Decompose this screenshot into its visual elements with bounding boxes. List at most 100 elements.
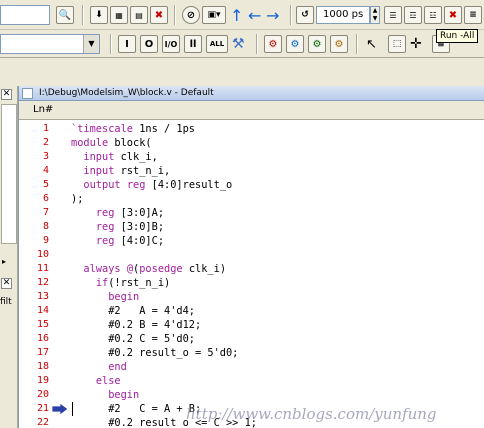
code-line: reg [3:0]A; <box>95 207 165 219</box>
line-number: 17 <box>36 347 49 358</box>
find-text-icon[interactable]: ≡ <box>464 5 482 25</box>
run-length-value: 1000 <box>323 9 349 20</box>
line-number: 6 <box>42 193 49 204</box>
line-number: 4 <box>42 165 49 176</box>
scroll-right-icon[interactable]: ▸ <box>2 257 6 266</box>
break-sim-icon[interactable]: ✖ <box>444 5 462 25</box>
find-input[interactable] <box>0 5 50 25</box>
line-number: 2 <box>42 137 49 148</box>
zoom-area-icon[interactable]: ⬚ <box>388 34 406 54</box>
secondary-toolbar: ▼ I O I/O ll ALL ⚒ ⚙ ⚙ ⚙ ⚙ ↖ ⬚ ✛ ⌸ Run -… <box>0 29 484 58</box>
gear-icon[interactable]: ⚙ <box>308 34 326 54</box>
filter-internal-button[interactable]: ll <box>184 34 202 54</box>
dropdown-arrow-icon[interactable]: ▼ <box>83 35 99 53</box>
code-line: #2 A = 4'd4; <box>71 305 195 317</box>
toolbar-separator <box>82 5 84 25</box>
run-all-icon[interactable]: ☳ <box>424 5 442 25</box>
line-number: 3 <box>42 151 49 162</box>
move-icon[interactable]: ✛ <box>410 34 422 54</box>
compile-icon[interactable]: ⬇ <box>90 5 108 25</box>
line-number: 5 <box>42 179 49 190</box>
compile-all-icon[interactable]: ▦ <box>110 5 128 25</box>
current-line-arrow-icon <box>51 402 69 416</box>
code-line: output reg [4:0]result_o <box>83 179 233 191</box>
code-line: #2 C = A + B; <box>71 403 202 415</box>
line-number: 20 <box>36 389 49 400</box>
line-number: 8 <box>42 221 49 232</box>
line-number: 13 <box>36 291 49 302</box>
text-cursor <box>72 402 73 416</box>
line-number: 22 <box>36 417 49 428</box>
line-number: 12 <box>36 277 49 288</box>
main-toolbar: 🔍 ⬇ ▦ ▤ ✖ ⊘ ▣▾ ↑ ← → ↺ 1000 ps ▲ ▼ ☰ ☲ ☳ … <box>0 0 484 30</box>
code-line: else <box>95 375 121 387</box>
close-icon[interactable]: ✕ <box>1 89 12 100</box>
code-line: if(!rst_n_i) <box>95 277 171 289</box>
continue-icon[interactable]: ☲ <box>404 5 422 25</box>
code-line: `timescale 1ns / 1ps <box>71 123 195 135</box>
pointer-icon[interactable]: ↖ <box>366 34 377 54</box>
line-number: 11 <box>36 263 49 274</box>
code-line: #0.2 B = 4'd12; <box>71 319 202 331</box>
code-line: begin <box>108 291 140 303</box>
restart-icon[interactable]: ↺ <box>296 5 314 25</box>
filter-input-button[interactable]: I <box>118 34 136 54</box>
toolbar-separator <box>256 34 258 54</box>
source-editor: I:\Debug\Modelsim_W\block.v - Default Ln… <box>18 86 484 428</box>
wrench-icon[interactable]: ⚒ <box>232 34 245 54</box>
document-icon <box>22 88 33 99</box>
run-length-unit: ps <box>351 9 364 20</box>
code-line: ); <box>71 193 84 205</box>
line-number: 18 <box>36 361 49 372</box>
close-icon[interactable]: ✕ <box>1 278 12 289</box>
code-area[interactable]: `timescale 1ns / 1ps module block( input … <box>71 120 484 428</box>
gear-icon[interactable]: ⚙ <box>330 34 348 54</box>
run-all-tooltip: Run -All <box>436 29 479 43</box>
line-number: 21 <box>36 403 49 414</box>
column-header: Ln# <box>19 101 484 120</box>
gear-icon[interactable]: ⚙ <box>264 34 282 54</box>
toolbar-dock-area <box>0 58 484 86</box>
code-line: module block( <box>71 137 152 149</box>
line-number: 1 <box>42 123 49 134</box>
left-panel-content <box>1 104 17 244</box>
left-arrow-icon[interactable]: ← <box>248 5 261 25</box>
code-line: end <box>108 361 127 373</box>
line-number: 19 <box>36 375 49 386</box>
line-number: 10 <box>36 249 49 260</box>
line-number: 16 <box>36 333 49 344</box>
editor-title: I:\Debug\Modelsim_W\block.v - Default <box>19 86 484 101</box>
toolbar-separator <box>174 5 176 25</box>
code-line: always @(posedge clk_i) <box>83 263 227 275</box>
toolbar-separator <box>110 34 112 54</box>
filter-inout-button[interactable]: I/O <box>162 34 180 54</box>
run-length-spinner[interactable]: ▲ ▼ <box>370 6 380 24</box>
filter-output-button[interactable]: O <box>140 34 158 54</box>
line-number: 14 <box>36 305 49 316</box>
toolbar-separator <box>290 5 292 25</box>
code-line: input clk_i, <box>83 151 158 163</box>
filter-label: filt <box>0 297 12 307</box>
code-line: #0.2 C = 5'd0; <box>71 333 195 345</box>
watermark: http://www.cnblogs.com/yunfung <box>186 405 437 423</box>
step-menu-icon[interactable]: ▣▾ <box>202 5 226 25</box>
code-line: #0.2 result_o = 5'd0; <box>71 347 239 359</box>
line-number: 7 <box>42 207 49 218</box>
line-number-gutter: 1 2 3 4 5 6 7 8 9 10 11 12 13 14 15 16 17 18 19 20 21 22 <box>19 120 71 428</box>
break-icon[interactable]: ✖ <box>150 5 168 25</box>
run-icon[interactable]: ☰ <box>384 5 402 25</box>
right-arrow-icon[interactable]: → <box>266 5 279 25</box>
code-line: begin <box>108 389 140 401</box>
run-length-field[interactable]: 1000 ps <box>316 6 370 24</box>
code-line: reg [3:0]B; <box>95 221 165 233</box>
code-line: reg [4:0]C; <box>95 235 165 247</box>
filter-all-button[interactable]: ALL <box>206 34 228 54</box>
stop-icon[interactable]: ⊘ <box>182 5 200 25</box>
up-arrow-icon[interactable]: ↑ <box>230 5 243 25</box>
left-panel: ✕ ▸ ✕ filt <box>0 86 18 428</box>
gear-icon[interactable]: ⚙ <box>286 34 304 54</box>
simulate-icon[interactable]: ▤ <box>130 5 148 25</box>
line-number: 9 <box>42 235 49 246</box>
find-icon[interactable]: 🔍 <box>56 5 74 25</box>
dropdown-field[interactable]: ▼ <box>0 34 100 54</box>
